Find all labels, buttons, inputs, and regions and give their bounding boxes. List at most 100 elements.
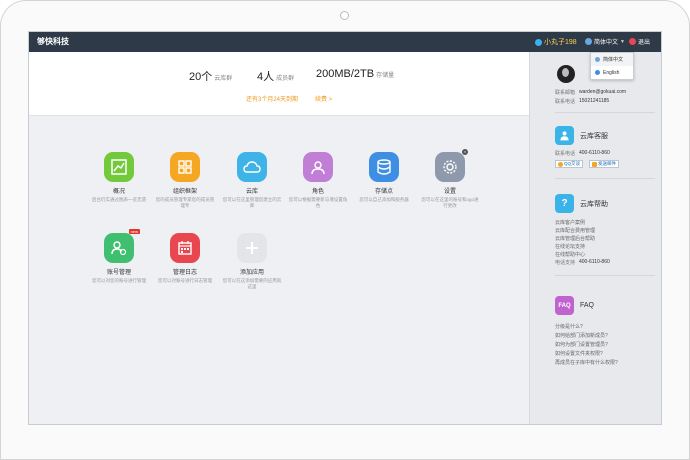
user-name: 小丸子198	[544, 39, 577, 46]
faq-header: FAQ FAQ	[555, 296, 594, 315]
app-storage[interactable]: 存储点 您可以自己添加和服务器	[354, 152, 414, 203]
faq-link[interactable]: 如何设置文件夹权限?	[555, 350, 603, 357]
qq-icon	[558, 161, 563, 167]
language-label: 简体中文	[594, 40, 619, 46]
support-header: 云库客服	[555, 126, 608, 145]
app-desc: 您可以对您的账号进行管理	[92, 278, 146, 283]
faq-link[interactable]: 如何给部门添加新成员?	[555, 332, 608, 339]
brand-title: 够快科技	[37, 37, 69, 46]
help-title: 云库帮助	[580, 200, 608, 208]
faq-link[interactable]: 如何为部门设置管理员?	[555, 341, 608, 348]
user-menu[interactable]: 小丸子198	[535, 37, 577, 47]
power-icon	[629, 38, 636, 45]
logout-button[interactable]: 退出	[629, 37, 650, 46]
phone-label: 联系电话	[555, 99, 576, 105]
stat-unit: 云库群	[214, 76, 233, 82]
phone-label: 联系电话	[555, 151, 576, 157]
language-selector[interactable]: 简体中文 ▼	[585, 37, 625, 46]
mail-icon	[592, 161, 597, 167]
plus-icon	[237, 233, 267, 263]
faq-link[interactable]: 再成员在子库中有什么权限?	[555, 359, 618, 366]
stat-libraries: 20个 云库群	[189, 68, 232, 84]
help-link[interactable]: 在线帮助中心	[555, 251, 585, 258]
help-link[interactable]: 云库配合费用管理	[555, 227, 595, 234]
question-icon: ?	[555, 194, 574, 213]
user-icon	[535, 38, 542, 46]
close-icon[interactable]: ×	[462, 149, 468, 155]
chevron-down-icon: ▼	[620, 38, 625, 45]
stat-unit: 成员群	[276, 76, 295, 82]
app-cloud[interactable]: 云库 您可以在这里管理您建立的云库	[222, 152, 282, 209]
logout-label: 退出	[638, 40, 651, 46]
stat-value: 20个	[189, 71, 213, 83]
app-desc: 您可以在这里管理您建立的云库	[222, 197, 282, 208]
top-bar: 够快科技 小丸子198 简体中文 ▼ 退出	[29, 32, 661, 52]
send-mail-button[interactable]: 发送邮件	[589, 160, 619, 168]
new-badge: new	[128, 229, 140, 234]
phone-label: 电话支持	[555, 260, 576, 266]
app-title: 组织框架	[172, 189, 197, 195]
device-frame: 够快科技 小丸子198 简体中文 ▼ 退出 简体中文 English 20个 云…	[0, 0, 690, 460]
app-desc: 您可以根据需要新与增设置角色	[288, 197, 348, 208]
support-title: 云库客服	[580, 132, 608, 140]
calendar-icon	[170, 233, 200, 263]
faq-link[interactable]: 分级是什么?	[555, 323, 583, 330]
qq-button-label: QQ交谈	[564, 161, 581, 166]
account-icon: new	[104, 229, 140, 263]
app-overview[interactable]: 概况 后台仍实通过图表一览无遗	[89, 152, 149, 203]
email-label: 联系邮箱	[555, 90, 576, 96]
app-accounts[interactable]: new 账号管理 您可以对您的账号进行管理	[89, 229, 149, 284]
stat-members: 4人 成员群	[257, 68, 294, 84]
help-phone-row: 电话支持 400-6110-860	[555, 259, 610, 266]
gear-icon: ×	[435, 149, 468, 182]
help-link[interactable]: 云库管理后台帮助	[555, 235, 595, 242]
globe-icon	[595, 57, 600, 62]
app-desc: 您可以在这添加需要的应用就这里	[222, 278, 282, 289]
language-option-zh[interactable]: 简体中文	[591, 53, 633, 66]
app-title: 角色	[311, 189, 324, 195]
app-title: 添加应用	[239, 270, 264, 276]
chart-icon	[104, 152, 134, 182]
phone-value: 400-6110-860	[579, 150, 610, 156]
app-desc: 您可以对账号进行日志管理	[158, 278, 212, 283]
phone-value: 15021241185	[579, 98, 610, 104]
help-link[interactable]: 云库客户案例	[555, 219, 585, 226]
language-option-en[interactable]: English	[591, 66, 633, 79]
app-title: 存储点	[374, 189, 393, 195]
right-sidebar: 联系邮箱 warden@gokuai.com 联系电话 15021241185 …	[529, 52, 661, 424]
support-phone-row: 联系电话 400-6110-860	[555, 150, 610, 157]
phone-value: 400-6110-860	[579, 259, 610, 265]
divider	[555, 275, 655, 276]
stat-unit: 存储量	[376, 73, 395, 79]
app-org[interactable]: 组织框架 您的成员管理专家您的成员管理专	[155, 152, 215, 209]
app-settings[interactable]: × 设置 您可以在这里的账号和ogo进行更改	[420, 149, 480, 209]
qq-chat-button[interactable]: QQ交谈	[555, 160, 584, 168]
mail-button-label: 发送邮件	[598, 161, 616, 166]
language-option-label: English	[603, 69, 620, 76]
stats-panel: 20个 云库群 4人 成员群 200MB/2TB 存储量 还有3个月24天到期 …	[29, 52, 529, 116]
stat-value: 4人	[257, 71, 275, 83]
help-link[interactable]: 在线论坛支持	[555, 243, 585, 250]
language-dropdown: 简体中文 English	[590, 52, 634, 80]
faq-title: FAQ	[580, 302, 595, 309]
expire-notice: 还有3个月24天到期	[246, 97, 299, 103]
app-role[interactable]: 角色 您可以根据需要新与增设置角色	[288, 152, 348, 209]
divider	[555, 112, 655, 113]
app-title: 管理日志	[172, 270, 197, 276]
avatar[interactable]	[557, 65, 575, 83]
app-desc: 后台仍实通过图表一览无遗	[92, 197, 146, 202]
email-value: warden@gokuai.com	[579, 89, 627, 95]
org-icon	[170, 152, 200, 182]
globe-icon	[585, 38, 592, 45]
app-add[interactable]: 添加应用 您可以在这添加需要的应用就这里	[222, 233, 282, 290]
camera-dot	[340, 11, 349, 20]
app-logs[interactable]: 管理日志 您可以对账号进行日志管理	[155, 233, 215, 284]
app-title: 云库	[245, 189, 258, 195]
person-icon	[555, 126, 574, 145]
app-desc: 您可以在这里的账号和ogo进行更改	[421, 197, 479, 208]
renew-link[interactable]: 续费 >	[315, 94, 332, 103]
app-title: 概况	[112, 189, 125, 195]
profile-phone-row: 联系电话 15021241185	[555, 98, 609, 105]
profile-email-row: 联系邮箱 warden@gokuai.com	[555, 89, 626, 96]
faq-icon: FAQ	[555, 296, 574, 315]
